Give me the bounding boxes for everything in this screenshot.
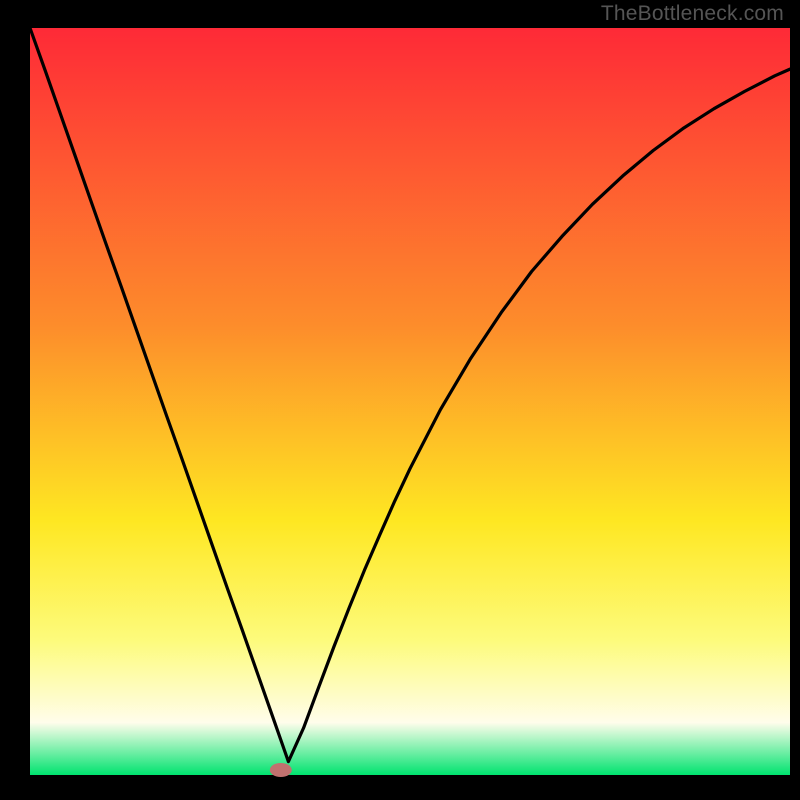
watermark-text: TheBottleneck.com [601,2,784,26]
bottleneck-chart-container: TheBottleneck.com [0,0,800,800]
gradient-plot-area [30,28,790,775]
bottleneck-curve-chart [0,0,800,800]
optimal-point-marker [270,763,292,777]
